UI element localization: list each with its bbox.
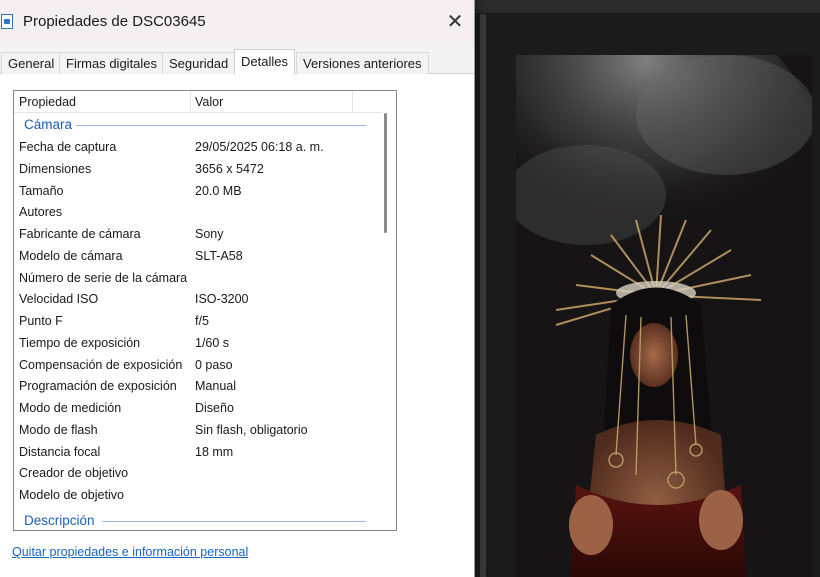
group-heading-description: Descripción	[24, 513, 95, 528]
title-bar[interactable]: Propiedades de DSC03645 ✕	[0, 0, 474, 44]
property-row[interactable]: Modelo de objetivo	[14, 485, 382, 507]
property-row[interactable]: Dimensiones 3656 x 5472	[14, 159, 382, 181]
window-title: Propiedades de DSC03645	[23, 13, 206, 30]
group-heading-camera: Cámara	[24, 117, 73, 132]
property-name: Tiempo de exposición	[19, 335, 141, 350]
property-row[interactable]: Compensación de exposición 0 paso	[14, 355, 382, 377]
column-header-value[interactable]: Valor	[195, 91, 223, 113]
portrait-photo	[516, 55, 812, 577]
property-value: 29/05/2025 06:18 a. m.	[195, 140, 324, 154]
property-row[interactable]: Modelo de cámara SLT-A58	[14, 246, 382, 268]
property-name: Distancia focal	[19, 444, 101, 459]
property-row[interactable]: Fecha de captura 29/05/2025 06:18 a. m.	[14, 137, 382, 159]
property-name: Dimensiones	[19, 161, 92, 176]
property-row[interactable]: Distancia focal 18 mm	[14, 442, 382, 464]
property-name: Autores	[19, 205, 63, 220]
close-button[interactable]: ✕	[439, 8, 471, 36]
property-name: Fecha de captura	[19, 140, 117, 154]
viewer-toolbar	[470, 0, 820, 14]
column-divider[interactable]	[190, 91, 191, 113]
property-value: 18 mm	[195, 444, 234, 459]
tab-previous-versions[interactable]: Versiones anteriores	[296, 52, 429, 74]
column-divider[interactable]	[352, 91, 353, 113]
property-name: Tamaño	[19, 183, 64, 198]
property-row[interactable]: Fabricante de cámara Sony	[14, 224, 382, 246]
property-row[interactable]: Tiempo de exposición 1/60 s	[14, 333, 382, 355]
property-name: Creador de objetivo	[19, 466, 129, 481]
property-row[interactable]: Modo de flash Sin flash, obligatorio	[14, 420, 382, 442]
property-value: SLT-A58	[195, 248, 243, 263]
list-header: Propiedad Valor	[14, 91, 382, 113]
viewer-scrollbar[interactable]	[480, 14, 486, 577]
property-value: 3656 x 5472	[195, 161, 264, 176]
property-row[interactable]: Número de serie de la cámara	[14, 268, 382, 290]
property-value: ISO-3200	[195, 292, 249, 307]
photo-preview	[516, 55, 812, 577]
property-name: Punto F	[19, 314, 63, 328]
property-value: 0 paso	[195, 357, 233, 372]
property-value: 20.0 MB	[195, 183, 242, 198]
column-header-property[interactable]: Propiedad	[19, 91, 76, 113]
tab-details[interactable]: Detalles	[234, 49, 295, 75]
property-row[interactable]: Autores	[14, 202, 382, 224]
property-name: Velocidad ISO	[19, 292, 99, 307]
property-name: Modo de medición	[19, 401, 122, 415]
property-value: Sony	[195, 227, 224, 241]
property-row[interactable]: Programación de exposición Manual	[14, 376, 382, 398]
tab-security[interactable]: Seguridad	[162, 52, 236, 74]
property-row[interactable]: Tamaño 20.0 MB	[14, 181, 382, 203]
close-icon: ✕	[446, 11, 464, 33]
property-name: Fabricante de cámara	[19, 227, 141, 241]
property-row[interactable]: Creador de objetivo	[14, 463, 382, 485]
remove-properties-link[interactable]: Quitar propiedades e información persona…	[12, 545, 248, 559]
scroll-thumb[interactable]	[384, 113, 387, 233]
property-value: Diseño	[195, 401, 234, 415]
property-name: Modo de flash	[19, 422, 98, 437]
group-divider	[76, 125, 366, 126]
list-scrollbar[interactable]	[380, 113, 396, 530]
tab-digital-signatures[interactable]: Firmas digitales	[59, 52, 165, 74]
property-value: 1/60 s	[195, 335, 230, 350]
property-value: Manual	[195, 379, 236, 394]
property-name: Número de serie de la cámara	[19, 270, 188, 285]
properties-list[interactable]: Propiedad Valor Cámara Fecha de captura 2…	[13, 90, 397, 531]
property-name: Modelo de objetivo	[19, 488, 124, 502]
property-row[interactable]: Modo de medición Diseño	[14, 398, 382, 420]
details-panel: Propiedad Valor Cámara Fecha de captura 2…	[0, 74, 474, 577]
property-value: f/5	[195, 314, 209, 328]
image-file-icon	[1, 14, 13, 29]
property-name: Programación de exposición	[19, 379, 177, 394]
property-value: Sin flash, obligatorio	[195, 422, 308, 437]
tab-bar: General Firmas digitales Seguridad Detal…	[0, 49, 474, 75]
property-name: Compensación de exposición	[19, 357, 183, 372]
properties-dialog: Propiedades de DSC03645 ✕ General Firmas…	[0, 0, 475, 577]
property-row[interactable]: Velocidad ISO ISO-3200	[14, 289, 382, 311]
property-name: Modelo de cámara	[19, 248, 123, 263]
property-row[interactable]: Punto F f/5	[14, 311, 382, 333]
group-divider	[102, 521, 366, 522]
tab-general[interactable]: General	[1, 52, 62, 74]
